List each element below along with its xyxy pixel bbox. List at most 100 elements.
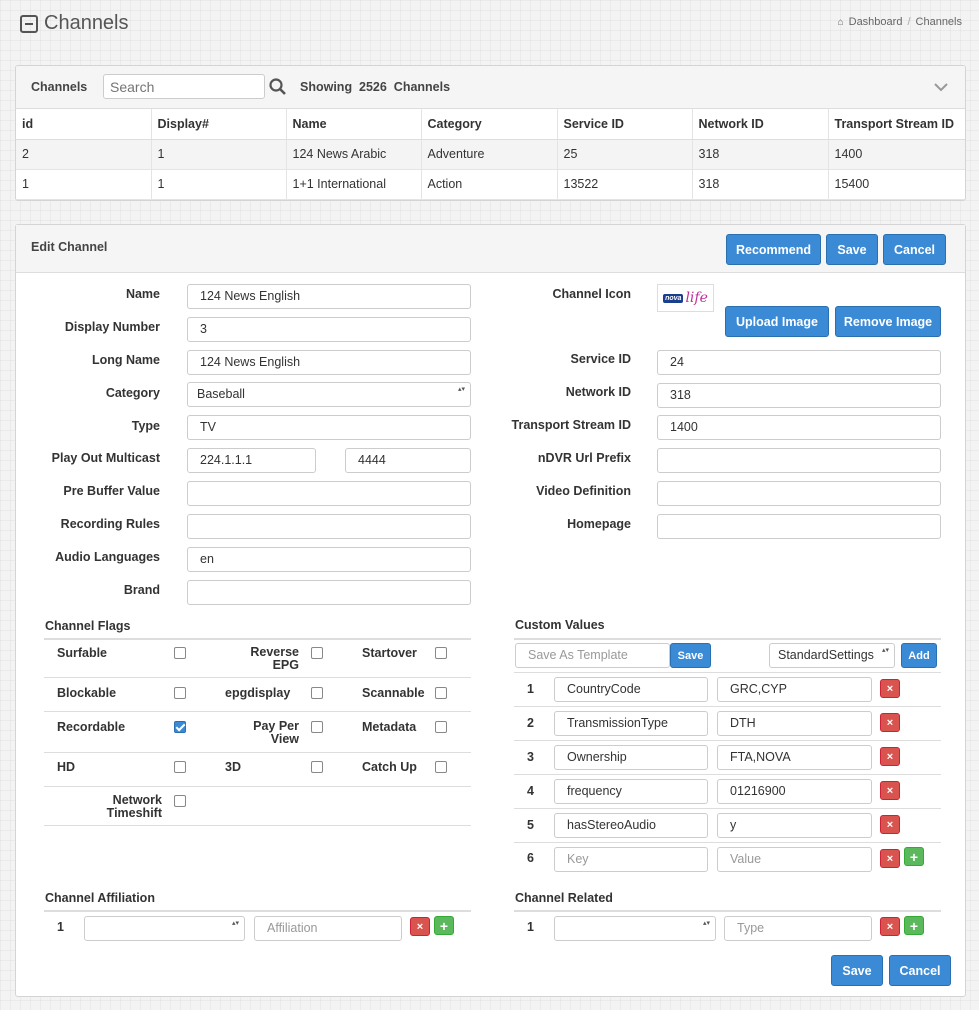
custom-key-field[interactable]: CountryCode bbox=[554, 677, 708, 702]
flag-network-timeshift-label: Network Timeshift bbox=[106, 793, 162, 820]
remove-icon[interactable]: × bbox=[880, 713, 900, 732]
search-input[interactable] bbox=[103, 74, 265, 99]
category-select[interactable]: Baseball bbox=[187, 382, 471, 407]
add-icon[interactable]: + bbox=[904, 916, 924, 935]
chevron-down-icon[interactable] bbox=[934, 82, 948, 92]
remove-icon[interactable]: × bbox=[410, 917, 430, 936]
flag-surfable-checkbox[interactable] bbox=[174, 647, 186, 659]
minus-square-icon[interactable] bbox=[20, 14, 38, 33]
affiliation-select[interactable] bbox=[84, 916, 245, 941]
flag-startover-label: Startover bbox=[362, 646, 417, 660]
remove-icon[interactable]: × bbox=[880, 781, 900, 800]
recording-rules-label: Recording Rules bbox=[60, 517, 160, 531]
edit-channel-panel: Edit Channel bbox=[15, 224, 966, 997]
homepage-field[interactable] bbox=[657, 514, 941, 539]
brand-label: Brand bbox=[123, 583, 160, 597]
showing-count: Showing 2526 Channels bbox=[300, 80, 451, 94]
audio-languages-label: Audio Languages bbox=[55, 550, 160, 564]
transport-stream-id-field[interactable]: 1400 bbox=[657, 415, 941, 440]
remove-icon[interactable]: × bbox=[880, 815, 900, 834]
channel-table: id Display# Name Category Service ID Net… bbox=[16, 109, 965, 200]
flag-metadata-label: Metadata bbox=[362, 720, 417, 734]
name-field[interactable]: 124 News English bbox=[187, 284, 471, 309]
type-field[interactable]: TV bbox=[187, 415, 471, 440]
ndvr-field[interactable] bbox=[657, 448, 941, 473]
breadcrumb-channels: Channels bbox=[915, 16, 962, 28]
save-as-template-input[interactable]: Save As Template bbox=[515, 643, 670, 668]
custom-value-field[interactable]: GRC,CYP bbox=[717, 677, 872, 702]
save-template-button[interactable]: Save bbox=[670, 643, 711, 668]
long-name-label: Long Name bbox=[91, 353, 160, 367]
save-button-top[interactable]: Save bbox=[826, 234, 878, 265]
custom-value-field[interactable]: FTA,NOVA bbox=[717, 745, 872, 770]
network-id-field[interactable]: 318 bbox=[657, 383, 941, 408]
channel-affiliation-title: Channel Affiliation bbox=[45, 891, 155, 905]
video-definition-field[interactable] bbox=[657, 481, 941, 506]
col-display[interactable]: Display# bbox=[151, 109, 287, 140]
pre-buffer-field[interactable] bbox=[187, 481, 471, 506]
display-number-field[interactable]: 3 bbox=[187, 317, 471, 342]
remove-icon[interactable]: × bbox=[880, 917, 900, 936]
remove-image-button[interactable]: Remove Image bbox=[835, 306, 941, 337]
custom-value-field[interactable]: y bbox=[717, 813, 872, 838]
breadcrumb-dashboard[interactable]: Dashboard bbox=[849, 16, 903, 28]
recording-rules-field[interactable] bbox=[187, 514, 471, 539]
related-row-number: 1 bbox=[527, 920, 534, 934]
audio-languages-field[interactable]: en bbox=[187, 547, 471, 572]
custom-row-number: 3 bbox=[527, 750, 534, 764]
recommend-button[interactable]: Recommend bbox=[726, 234, 821, 265]
custom-key-field[interactable]: Key bbox=[554, 847, 708, 872]
custom-key-field[interactable]: frequency bbox=[554, 779, 708, 804]
flag-3d-checkbox[interactable] bbox=[311, 761, 323, 773]
save-button-bottom[interactable]: Save bbox=[831, 955, 883, 986]
col-service-id[interactable]: Service ID bbox=[557, 109, 693, 140]
flag-metadata-checkbox[interactable] bbox=[435, 721, 447, 733]
affiliation-input[interactable]: Affiliation bbox=[254, 916, 402, 941]
multicast-ip-field[interactable]: 224.1.1.1 bbox=[187, 448, 316, 473]
search-icon[interactable] bbox=[269, 78, 287, 96]
table-row[interactable]: 1 1 1+1 International Action 13522 318 15400 bbox=[16, 169, 965, 200]
table-row[interactable]: 2 1 124 News Arabic Adventure 25 318 1400 bbox=[16, 139, 965, 170]
custom-key-field[interactable]: Ownership bbox=[554, 745, 708, 770]
flag-reverse-epg-checkbox[interactable] bbox=[311, 647, 323, 659]
flag-network-timeshift-checkbox[interactable] bbox=[174, 795, 186, 807]
col-tsid[interactable]: Transport Stream ID bbox=[828, 109, 965, 140]
related-select[interactable] bbox=[554, 916, 716, 941]
long-name-field[interactable]: 124 News English bbox=[187, 350, 471, 375]
multicast-port-field[interactable]: 4444 bbox=[345, 448, 471, 473]
flag-blockable-checkbox[interactable] bbox=[174, 687, 186, 699]
cancel-button-top[interactable]: Cancel bbox=[883, 234, 946, 265]
flag-hd-checkbox[interactable] bbox=[174, 761, 186, 773]
add-settings-button[interactable]: Add bbox=[901, 643, 937, 668]
breadcrumb: ⌂ Dashboard / Channels bbox=[837, 16, 962, 28]
flag-startover-checkbox[interactable] bbox=[435, 647, 447, 659]
custom-value-field[interactable]: Value bbox=[717, 847, 872, 872]
flag-scannable-checkbox[interactable] bbox=[435, 687, 447, 699]
col-name[interactable]: Name bbox=[286, 109, 422, 140]
flag-epgdisplay-label: epgdisplay bbox=[225, 686, 291, 700]
flag-epgdisplay-checkbox[interactable] bbox=[311, 687, 323, 699]
flag-recordable-checkbox[interactable] bbox=[174, 721, 186, 733]
custom-key-field[interactable]: hasStereoAudio bbox=[554, 813, 708, 838]
col-network-id[interactable]: Network ID bbox=[692, 109, 829, 140]
add-icon[interactable]: + bbox=[434, 916, 454, 935]
col-category[interactable]: Category bbox=[421, 109, 558, 140]
custom-key-field[interactable]: TransmissionType bbox=[554, 711, 708, 736]
upload-image-button[interactable]: Upload Image bbox=[725, 306, 829, 337]
flag-pay-per-view-checkbox[interactable] bbox=[311, 721, 323, 733]
col-id[interactable]: id bbox=[16, 109, 152, 140]
settings-select[interactable]: StandardSettings bbox=[769, 643, 895, 668]
service-id-field[interactable]: 24 bbox=[657, 350, 941, 375]
edit-title: Edit Channel bbox=[31, 240, 108, 254]
remove-icon[interactable]: × bbox=[880, 747, 900, 766]
related-type-input[interactable]: Type bbox=[724, 916, 872, 941]
flag-catch-up-checkbox[interactable] bbox=[435, 761, 447, 773]
custom-value-field[interactable]: DTH bbox=[717, 711, 872, 736]
add-icon[interactable]: + bbox=[904, 847, 924, 866]
remove-icon[interactable]: × bbox=[880, 679, 900, 698]
remove-icon[interactable]: × bbox=[880, 849, 900, 868]
custom-value-field[interactable]: 01216900 bbox=[717, 779, 872, 804]
brand-field[interactable] bbox=[187, 580, 471, 605]
flag-catch-up-label: Catch Up bbox=[362, 760, 417, 774]
cancel-button-bottom[interactable]: Cancel bbox=[889, 955, 951, 986]
